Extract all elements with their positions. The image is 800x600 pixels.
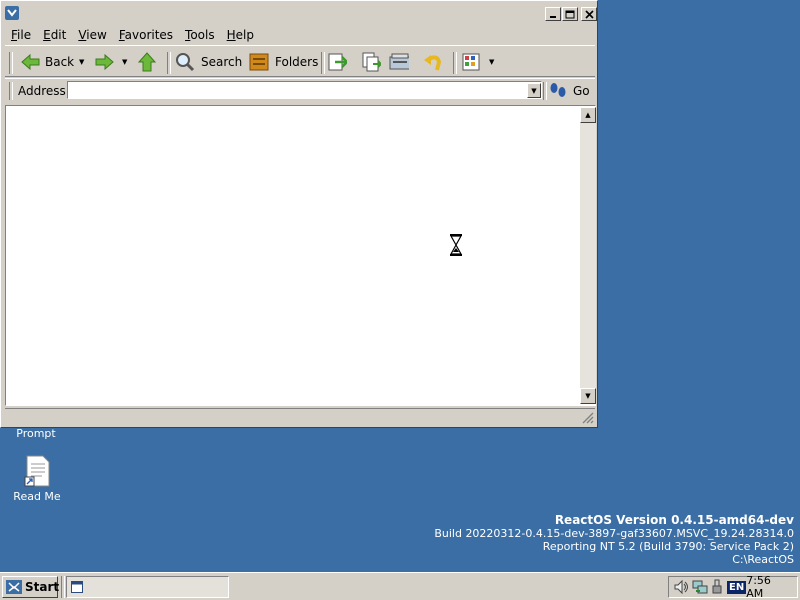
taskbar: Start EN 7:56 AM <box>0 572 800 600</box>
desktop-icon-label: Read Me <box>13 490 61 503</box>
scroll-down-button[interactable]: ▼ <box>580 388 596 404</box>
menu-bar: File Edit View Favorites Tools Help <box>5 25 260 45</box>
desktop-icon-read-me[interactable]: Read Me <box>8 455 66 503</box>
up-button[interactable] <box>137 50 157 74</box>
folders-label: Folders <box>275 55 319 69</box>
close-button[interactable] <box>581 7 597 21</box>
volume-icon[interactable] <box>673 579 689 595</box>
forward-arrow-icon <box>94 52 114 72</box>
menu-help[interactable]: Help <box>221 25 260 45</box>
forward-button[interactable] <box>94 50 114 74</box>
move-to-icon <box>327 52 347 72</box>
go-icon <box>549 82 567 101</box>
delete-icon <box>389 52 409 72</box>
chevron-down-icon[interactable]: ▼ <box>489 58 494 66</box>
back-button[interactable]: Back <box>21 50 74 74</box>
menu-favorites[interactable]: Favorites <box>113 25 179 45</box>
os-reporting-line: Reporting NT 5.2 (Build 3790: Service Pa… <box>542 540 794 553</box>
chevron-down-icon: ▼ <box>122 58 128 66</box>
language-indicator[interactable]: EN <box>727 580 747 594</box>
standard-toolbar: Back ▼ ▼ Search Folders ▼ <box>5 45 595 77</box>
address-label: Address <box>18 84 66 98</box>
start-label: Start <box>25 580 60 594</box>
os-build-line: Build 20220312-0.4.15-dev-3897-gaf33607.… <box>434 527 794 540</box>
back-label: Back <box>45 55 75 69</box>
desktop-icon-prompt[interactable]: Prompt <box>8 427 64 440</box>
taskbar-window-button[interactable] <box>66 576 229 598</box>
search-icon <box>175 52 195 72</box>
start-logo-icon <box>6 580 22 594</box>
os-version-line: ReactOS Version 0.4.15-amd64-dev <box>554 513 794 527</box>
views-button[interactable]: ▼ <box>461 50 494 74</box>
start-button[interactable]: Start <box>2 576 60 598</box>
desktop-icon-label: Prompt <box>16 427 56 440</box>
os-path-line: C:\ReactOS <box>732 553 794 566</box>
explorer-window[interactable]: File Edit View Favorites Tools Help Back… <box>0 0 598 428</box>
title-bar[interactable] <box>3 3 597 23</box>
vertical-scrollbar[interactable]: ▲ ▼ <box>580 107 596 404</box>
document-icon <box>22 455 52 492</box>
forward-dropdown[interactable]: ▼ <box>122 50 127 74</box>
maximize-button[interactable] <box>562 7 578 21</box>
status-bar <box>5 408 595 426</box>
minimize-button[interactable] <box>545 7 561 21</box>
copy-to-icon <box>361 52 381 72</box>
menu-tools[interactable]: Tools <box>179 25 221 45</box>
menu-view[interactable]: View <box>72 25 112 45</box>
folders-button[interactable]: Folders <box>249 50 318 74</box>
os-version-info: ReactOS Version 0.4.15-amd64-dev Build 2… <box>434 513 794 567</box>
address-bar: Address ▼ Go <box>5 78 595 102</box>
safely-remove-hardware-icon[interactable] <box>711 579 723 595</box>
menu-edit[interactable]: Edit <box>37 25 72 45</box>
network-icon[interactable] <box>692 579 708 595</box>
go-button[interactable]: Go <box>549 82 590 100</box>
chevron-down-icon: ▼ <box>79 58 85 66</box>
search-button[interactable]: Search <box>175 50 242 74</box>
resize-grip-icon[interactable] <box>581 411 594 427</box>
toolbar-grip <box>9 82 13 100</box>
views-icon <box>461 52 481 72</box>
address-input[interactable] <box>67 81 542 99</box>
undo-icon <box>423 52 443 72</box>
toolbar-separator <box>453 52 457 74</box>
back-arrow-icon <box>21 52 41 72</box>
menu-file[interactable]: File <box>5 25 37 45</box>
go-label: Go <box>573 84 590 98</box>
toolbar-separator <box>167 52 171 74</box>
toolbar-separator <box>321 52 325 74</box>
folders-icon <box>249 52 269 72</box>
undo-button[interactable] <box>423 50 443 74</box>
taskbar-separator <box>61 576 65 598</box>
search-label: Search <box>201 55 243 69</box>
delete-button[interactable] <box>389 50 409 74</box>
back-dropdown[interactable]: ▼ <box>79 50 84 74</box>
toolbar-separator <box>543 82 547 100</box>
copy-to-button[interactable] <box>361 50 381 74</box>
clock[interactable]: 7:56 AM <box>746 574 791 600</box>
up-arrow-icon <box>137 52 157 72</box>
window-icon[interactable] <box>5 6 19 20</box>
move-to-button[interactable] <box>327 50 347 74</box>
content-pane[interactable]: ▲ ▼ <box>5 105 596 406</box>
scroll-up-button[interactable]: ▲ <box>580 107 596 123</box>
hourglass-cursor-icon <box>449 234 463 259</box>
system-tray: EN 7:56 AM <box>668 574 798 600</box>
window-icon <box>71 581 83 596</box>
toolbar-grip <box>9 52 13 74</box>
address-dropdown-button[interactable]: ▼ <box>527 83 541 98</box>
